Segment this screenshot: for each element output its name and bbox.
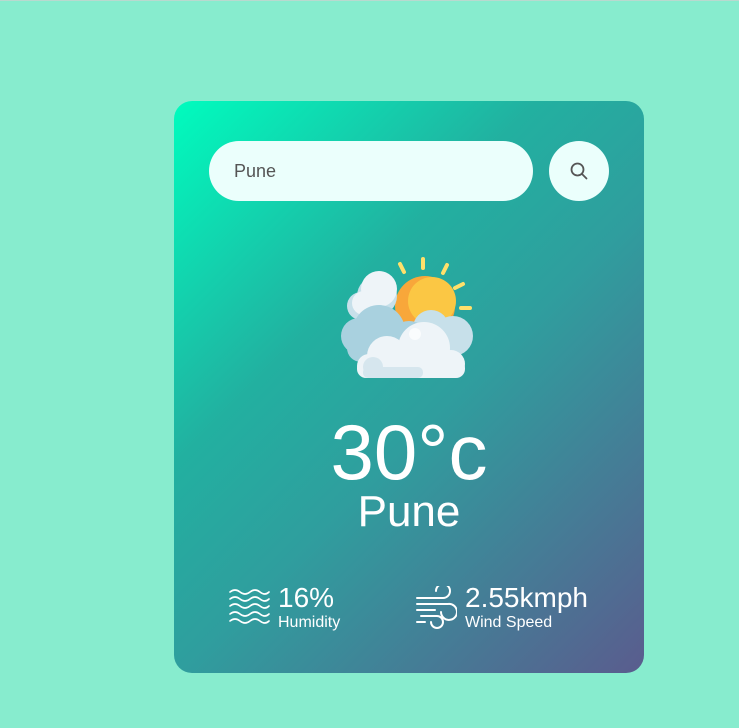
humidity-value: 16% bbox=[278, 582, 335, 613]
city-name: Pune bbox=[357, 487, 461, 536]
temperature: 30°c bbox=[330, 408, 488, 496]
humidity-label: Humidity bbox=[278, 614, 341, 631]
wind-speed-label: Wind Speed bbox=[465, 614, 553, 631]
top-divider bbox=[0, 0, 739, 1]
partly-cloudy-sun-icon bbox=[339, 256, 479, 381]
humidity-detail: 16% Humidity bbox=[228, 583, 340, 632]
city-search-input[interactable] bbox=[209, 141, 533, 201]
search-icon bbox=[570, 162, 588, 180]
weather-card: 30°c Pune 16% Humidity bbox=[174, 101, 644, 673]
search-button[interactable] bbox=[549, 141, 609, 201]
humidity-waves-icon bbox=[228, 586, 270, 630]
wind-icon bbox=[415, 582, 458, 630]
wind-detail: 2.55kmph Wind Speed bbox=[415, 583, 588, 632]
wind-speed-value: 2.55kmph bbox=[465, 582, 588, 613]
